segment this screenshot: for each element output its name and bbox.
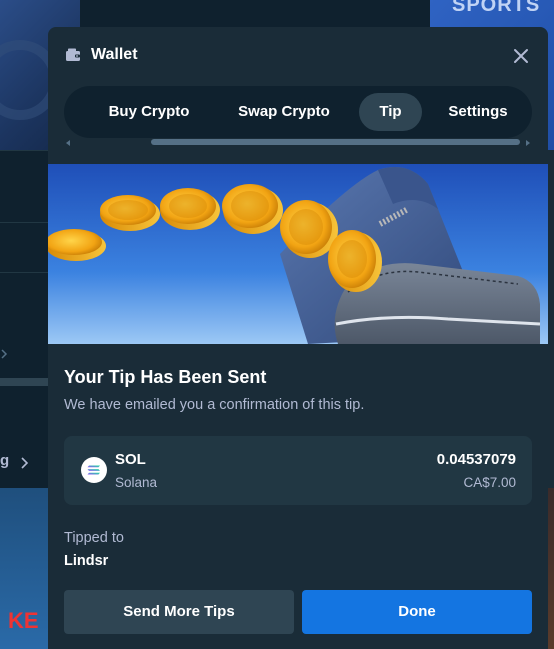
tab-tip[interactable]: Tip — [359, 93, 422, 131]
background-divider — [0, 222, 48, 223]
tabs-scrollbar[interactable] — [64, 138, 532, 148]
background-strip — [548, 150, 554, 488]
tip-sent-title: Your Tip Has Been Sent — [64, 367, 267, 387]
background-promo-text: KE — [8, 608, 39, 633]
tip-crypto-amount: 0.04537079 — [436, 451, 516, 468]
scrollbar-thumb[interactable] — [151, 139, 520, 145]
close-icon[interactable] — [510, 45, 532, 67]
tab-swap-crypto[interactable]: Swap Crypto — [219, 93, 349, 131]
tab-settings[interactable]: Settings — [432, 93, 524, 131]
solana-icon — [81, 457, 107, 483]
tip-sent-illustration — [48, 164, 548, 344]
tip-sent-subtitle: We have emailed you a confirmation of th… — [64, 397, 365, 413]
send-more-tips-button[interactable]: Send More Tips — [64, 590, 294, 634]
coin-symbol: SOL — [115, 451, 146, 468]
background-sports-label: SPORTS — [452, 0, 541, 16]
tab-buy-crypto[interactable]: Buy Crypto — [91, 93, 207, 131]
done-button[interactable]: Done — [302, 590, 532, 634]
recipient-name: Lindsr — [64, 553, 109, 569]
modal-header: Wallet — [48, 27, 548, 85]
tip-fiat-amount: CA$7.00 — [463, 475, 516, 490]
background-divider — [0, 150, 48, 151]
background-nav-chevron-icon — [21, 457, 29, 469]
coin-name: Solana — [115, 475, 158, 490]
background-chevron-icon — [1, 349, 8, 359]
wallet-tabs: Buy Crypto Swap Crypto Tip Settings — [64, 86, 532, 138]
background-nav-text: g — [0, 452, 10, 469]
tipped-to-label: Tipped to — [64, 530, 124, 546]
wallet-modal: Wallet Buy Crypto Swap Crypto Tip Settin… — [48, 27, 548, 649]
wallet-icon — [66, 48, 80, 61]
scroll-left-arrow-icon[interactable] — [66, 140, 70, 146]
modal-title: Wallet — [91, 46, 138, 63]
tip-summary-card: SOL Solana 0.04537079 CA$7.00 — [64, 436, 532, 505]
background-divider — [0, 272, 48, 273]
scroll-right-arrow-icon[interactable] — [526, 140, 530, 146]
